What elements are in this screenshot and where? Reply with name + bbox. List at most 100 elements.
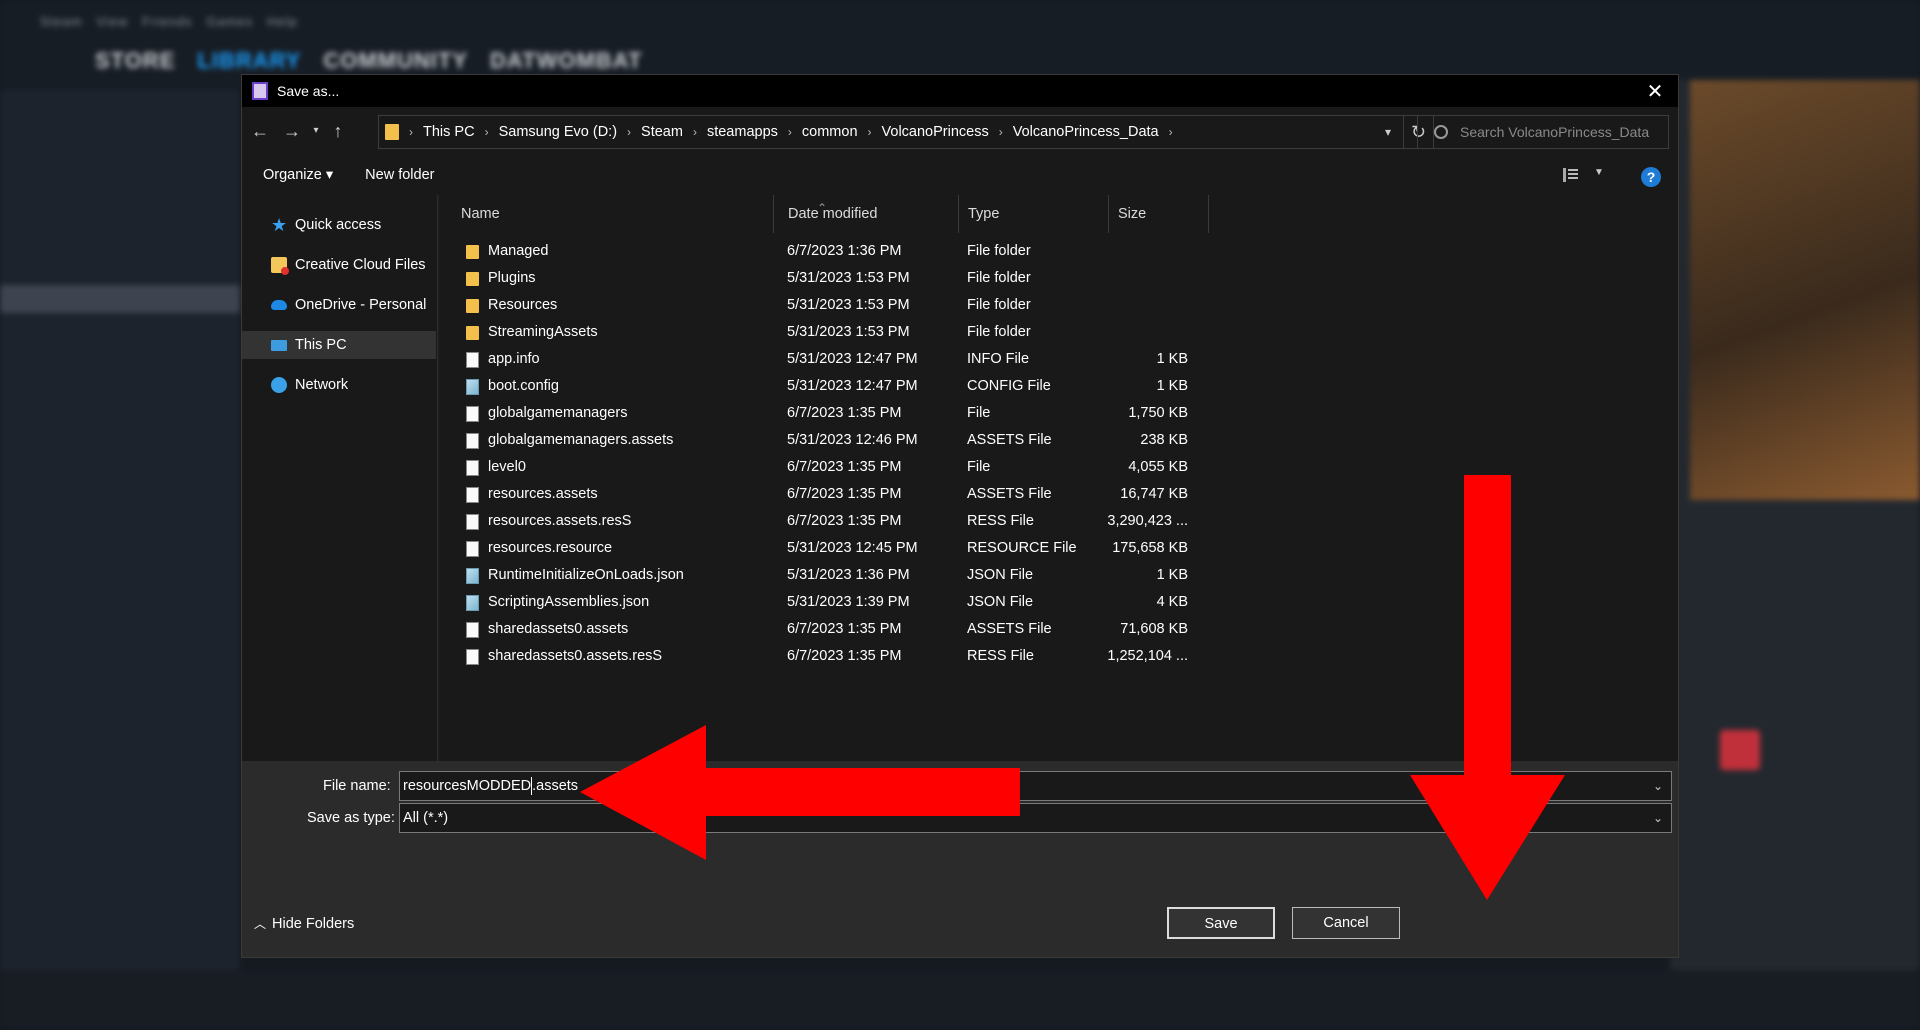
file-name-cell: boot.config [466,373,766,400]
file-row[interactable]: resources.assets 6/7/2023 1:35 PM ASSETS F… [439,481,1239,508]
file-row[interactable]: boot.config 5/31/2023 12:47 PM CONFIG File… [439,373,1239,400]
file-row[interactable]: ScriptingAssemblies.json 5/31/2023 1:39 P… [439,589,1239,616]
chevron-up-icon: ︿ [254,917,267,931]
column-header-size[interactable]: Size [1109,195,1209,233]
file-size: 1 KB [1156,567,1188,583]
file-name-dropdown-chevron-icon[interactable]: ⌄ [1653,772,1663,800]
steam-library-sidebar [0,90,240,970]
star-icon: ★ [271,215,288,235]
file-size: 4,055 KB [1128,459,1188,475]
steam-menu: Steam View Friends Games Help [40,14,298,29]
breadcrumb-common[interactable]: common [802,124,858,140]
file-name: StreamingAssets [488,324,598,340]
file-icon [466,486,479,503]
nav-item-network[interactable]: Network [242,371,436,399]
file-type: CONFIG File [967,378,1051,394]
folder-icon [385,124,399,140]
file-date: 5/31/2023 1:53 PM [787,297,910,313]
nav-item-label: OneDrive - Personal [295,297,427,313]
file-row[interactable]: resources.resource 5/31/2023 12:45 PM RESO… [439,535,1239,562]
column-header-label: Type [968,206,1000,222]
file-row[interactable]: app.info 5/31/2023 12:47 PM INFO File 1 KB [439,346,1239,373]
file-row[interactable]: StreamingAssets 5/31/2023 1:53 PM File fol… [439,319,1239,346]
recent-locations-chevron-icon[interactable]: ▾ [304,119,328,143]
nav-item-quick-access[interactable]: ★ Quick access [242,211,436,239]
new-folder-button[interactable]: New folder [365,167,434,183]
file-row[interactable]: resources.assets.resS 6/7/2023 1:35 PM RES… [439,508,1239,535]
file-size: 3,290,423 ... [1107,513,1188,529]
file-row[interactable]: RuntimeInitializeOnLoads.json 5/31/2023 1… [439,562,1239,589]
file-icon [466,621,479,638]
up-arrow-icon[interactable]: ↑ [326,119,350,143]
forward-arrow-icon[interactable]: → [280,119,304,143]
file-name-cell: ScriptingAssemblies.json [466,589,766,616]
file-row[interactable]: sharedassets0.assets 6/7/2023 1:35 PM ASSE… [439,616,1239,643]
file-size: 71,608 KB [1120,621,1188,637]
column-header-date[interactable]: Date modified [779,195,959,233]
file-type: ASSETS File [967,621,1052,637]
file-size [1076,292,1188,319]
breadcrumb-steamapps[interactable]: steamapps [707,124,778,140]
breadcrumb-this-pc[interactable]: This PC [423,124,475,140]
breadcrumb-volcanoprincess[interactable]: VolcanoPrincess [882,124,989,140]
nav-item-this-pc[interactable]: This PC [242,331,436,359]
hide-folders-button[interactable]: ︿ Hide Folders [254,915,354,932]
file-icon [466,405,479,422]
breadcrumb-volcanoprincess-data[interactable]: VolcanoPrincess_Data [1013,124,1159,140]
file-row[interactable]: globalgamemanagers 6/7/2023 1:35 PM File 1,… [439,400,1239,427]
file-row[interactable]: Plugins 5/31/2023 1:53 PM File folder [439,265,1239,292]
file-name: app.info [488,351,540,367]
annotation-arrow-left [580,725,1020,860]
file-row[interactable]: Resources 5/31/2023 1:53 PM File folder [439,292,1239,319]
nav-item-onedrive[interactable]: OneDrive - Personal [242,291,436,319]
file-type: RESOURCE File [967,540,1077,556]
file-icon [466,459,479,476]
column-header-type[interactable]: Type [959,195,1109,233]
file-date: 5/31/2023 12:45 PM [787,540,918,556]
file-size: 4 KB [1156,594,1188,610]
nav-item-label: Network [295,377,349,393]
file-date: 5/31/2023 1:39 PM [787,594,910,610]
file-size: 1,252,104 ... [1107,648,1188,664]
file-row[interactable]: Managed 6/7/2023 1:36 PM File folder [439,238,1239,265]
organize-button[interactable]: Organize ▾ [263,167,333,183]
view-dropdown-chevron-icon[interactable]: ▼ [1594,167,1604,178]
address-bar[interactable]: › This PC › Samsung Evo (D:) › Steam › steam… [378,115,1434,149]
file-date: 6/7/2023 1:35 PM [787,405,902,421]
breadcrumb-chevron-icon: › [1168,125,1173,139]
breadcrumb-chevron-icon: › [867,125,872,139]
help-icon[interactable]: ? [1641,167,1661,187]
file-size [1076,238,1188,265]
file-name: ScriptingAssemblies.json [488,594,650,610]
file-type: RESS File [967,513,1034,529]
file-row[interactable]: level0 6/7/2023 1:35 PM File 4,055 KB [439,454,1239,481]
column-header-label: Name [461,206,500,222]
close-button[interactable]: ✕ [1632,75,1678,107]
file-name: globalgamemanagers.assets [488,432,674,448]
file-row[interactable]: globalgamemanagers.assets 5/31/2023 12:46… [439,427,1239,454]
file-type: File [967,459,991,475]
file-size: 175,658 KB [1112,540,1188,556]
view-options-icon[interactable] [1563,168,1581,182]
file-name-cell: Managed [466,238,766,265]
file-name-cell: sharedassets0.assets.resS [466,643,766,670]
file-icon [466,648,479,665]
column-header-name[interactable]: Name ⌃ [452,195,827,233]
address-dropdown-chevron-icon[interactable]: ▾ [1373,116,1403,148]
file-icon [466,351,479,368]
nav-item-creative-cloud[interactable]: Creative Cloud Files [242,251,436,279]
search-input[interactable]: Search VolcanoPrincess_Data [1417,115,1669,149]
breadcrumb-drive[interactable]: Samsung Evo (D:) [499,124,617,140]
save-button[interactable]: Save [1167,907,1275,939]
file-type: File folder [967,243,1031,259]
breadcrumb-steam[interactable]: Steam [641,124,683,140]
file-name-extension: .assets [532,778,579,794]
file-size: 16,747 KB [1120,486,1188,502]
file-row[interactable]: sharedassets0.assets.resS 6/7/2023 1:35 P… [439,643,1239,670]
column-header-label: Date modified [788,206,878,222]
dialog-title: Save as... [277,83,340,99]
back-arrow-icon[interactable]: ← [248,119,272,143]
file-name: resources.resource [488,540,613,556]
file-size: 1,750 KB [1128,405,1188,421]
cancel-button[interactable]: Cancel [1292,907,1400,939]
